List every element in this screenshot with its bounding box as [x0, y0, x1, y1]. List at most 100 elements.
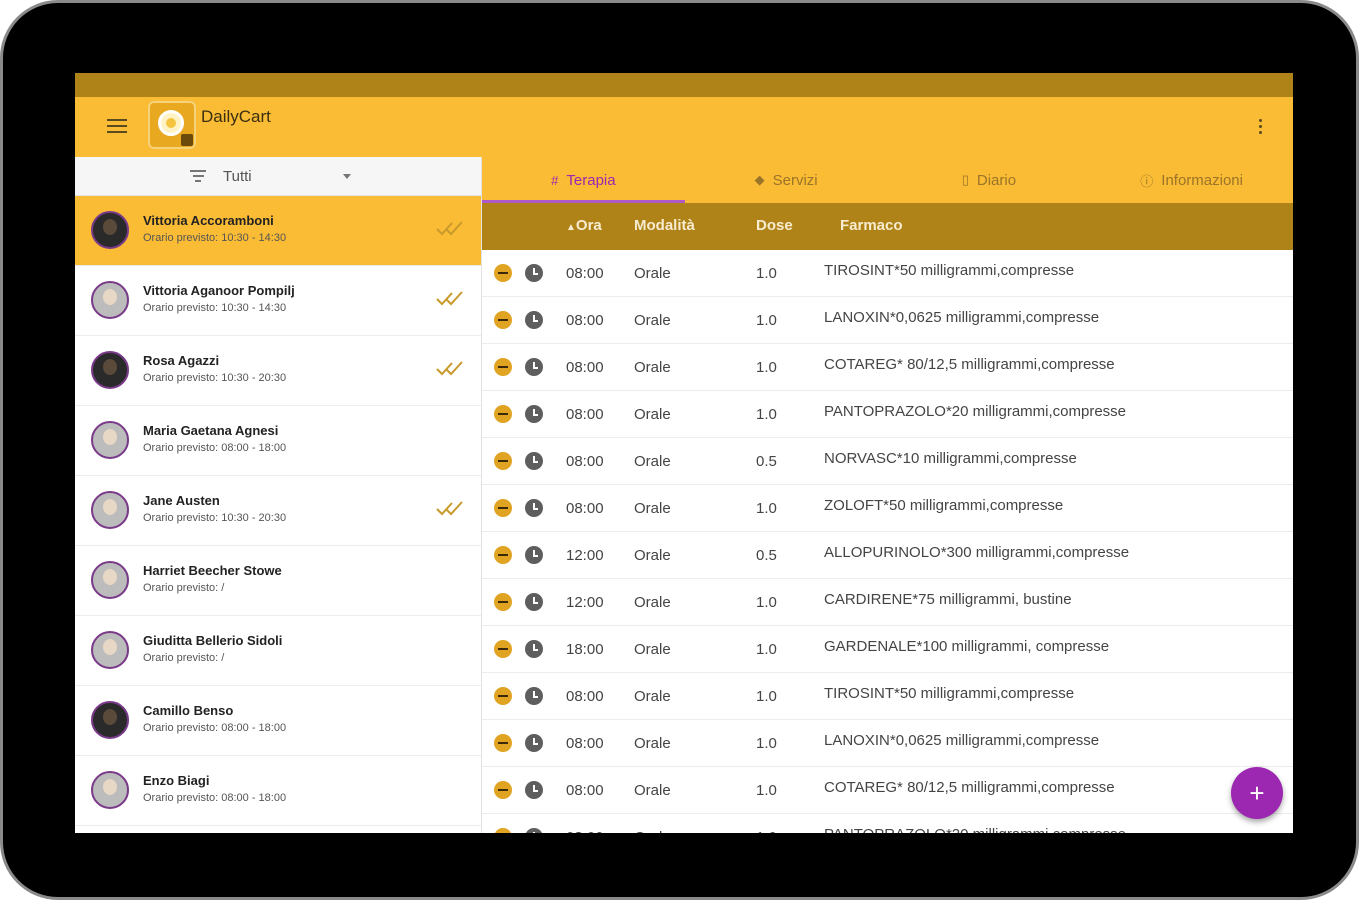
- clock-icon[interactable]: [525, 264, 543, 282]
- remove-icon[interactable]: [494, 405, 512, 423]
- clock-icon[interactable]: [525, 734, 543, 752]
- add-button[interactable]: +: [1231, 767, 1283, 819]
- menu-icon[interactable]: [107, 119, 127, 135]
- patient-list-item[interactable]: Maria Gaetana Agnesi Orario previsto: 08:…: [75, 406, 481, 476]
- cell-dose: 1.0: [756, 265, 777, 282]
- remove-icon[interactable]: [494, 499, 512, 517]
- clock-icon[interactable]: [525, 311, 543, 329]
- patient-name: Rosa Agazzi: [143, 353, 220, 368]
- tab-servizi[interactable]: ◆ Servizi: [685, 157, 888, 203]
- cell-dose: 1.0: [756, 406, 777, 423]
- table-row[interactable]: 08:00 Orale 1.0 ZOLOFT*50 milligrammi,compr…: [482, 485, 1293, 532]
- avatar: [91, 281, 129, 319]
- patient-name: Giuditta Bellerio Sidoli: [143, 633, 283, 648]
- patient-list-item[interactable]: Giuditta Bellerio Sidoli Orario previsto:…: [75, 616, 481, 686]
- remove-icon[interactable]: [494, 311, 512, 329]
- cell-mode: Orale: [634, 594, 671, 611]
- patient-name: Jane Austen: [143, 493, 220, 508]
- cell-drug: TIROSINT*50 milligrammi,compresse: [824, 685, 1075, 702]
- table-row[interactable]: 08:00 Orale 1.0 COTAREG* 80/12,5 milligramm…: [482, 767, 1293, 814]
- cell-drug: COTAREG* 80/12,5 milligrammi,compresse: [824, 356, 1115, 373]
- clock-icon[interactable]: [525, 499, 543, 517]
- cell-mode: Orale: [634, 312, 671, 329]
- clock-icon[interactable]: [525, 452, 543, 470]
- clock-icon[interactable]: [525, 405, 543, 423]
- remove-icon[interactable]: [494, 546, 512, 564]
- table-row[interactable]: 08:00 Orale 1.0 TIROSINT*50 milligrammi,com…: [482, 673, 1293, 720]
- avatar: [91, 351, 129, 389]
- clock-icon[interactable]: [525, 593, 543, 611]
- tab-diario[interactable]: ▯ Diario: [888, 157, 1091, 203]
- cell-time: 08:00: [566, 265, 604, 282]
- clock-icon[interactable]: [525, 687, 543, 705]
- tab-informazioni[interactable]: ⓘ Informazioni: [1090, 157, 1293, 203]
- patient-list-item[interactable]: Harriet Beecher Stowe Orario previsto: /: [75, 546, 481, 616]
- clock-icon[interactable]: [525, 358, 543, 376]
- tab-terapia[interactable]: # Terapia: [482, 157, 685, 203]
- clock-icon[interactable]: [525, 828, 543, 833]
- remove-icon[interactable]: [494, 358, 512, 376]
- patient-list-item[interactable]: Jane Austen Orario previsto: 10:30 - 20:3…: [75, 476, 481, 546]
- patient-list: Vittoria Accoramboni Orario previsto: 10:…: [75, 196, 481, 826]
- app-screen: DailyCart Tutti Vittoria Accoramboni Orar…: [75, 73, 1293, 833]
- cell-dose: 0.5: [756, 547, 777, 564]
- table-row[interactable]: 08:00 Orale 1.0 PANTOPRAZOLO*20 milligrammi…: [482, 814, 1293, 833]
- cell-mode: Orale: [634, 735, 671, 752]
- patient-list-item[interactable]: Vittoria Accoramboni Orario previsto: 10:…: [75, 196, 481, 266]
- sort-ascending-icon: ▲: [566, 222, 576, 233]
- cell-mode: Orale: [634, 500, 671, 517]
- double-check-icon: [436, 501, 463, 516]
- patient-list-item[interactable]: Enzo Biagi Orario previsto: 08:00 - 18:00: [75, 756, 481, 826]
- table-row[interactable]: 08:00 Orale 1.0 TIROSINT*50 milligrammi,com…: [482, 250, 1293, 297]
- header-mode[interactable]: Modalità: [634, 217, 695, 234]
- filter-dropdown[interactable]: Tutti: [75, 157, 481, 196]
- table-row[interactable]: 18:00 Orale 1.0 GARDENALE*100 milligrammi, …: [482, 626, 1293, 673]
- remove-icon[interactable]: [494, 640, 512, 658]
- remove-icon[interactable]: [494, 264, 512, 282]
- patient-schedule: Orario previsto: 08:00 - 18:00: [143, 442, 287, 454]
- table-row[interactable]: 12:00 Orale 0.5 ALLOPURINOLO*300 milligramm…: [482, 532, 1293, 579]
- header-time[interactable]: ▲Ora: [566, 217, 602, 234]
- remove-icon[interactable]: [494, 452, 512, 470]
- tab-label: Servizi: [772, 171, 818, 189]
- remove-icon[interactable]: [494, 781, 512, 799]
- table-row[interactable]: 08:00 Orale 1.0 LANOXIN*0,0625 milligrammi,…: [482, 720, 1293, 767]
- table-row[interactable]: 08:00 Orale 1.0 LANOXIN*0,0625 milligrammi,…: [482, 297, 1293, 344]
- avatar: [91, 211, 129, 249]
- app-logo: [148, 101, 196, 149]
- table-row[interactable]: 08:00 Orale 0.5 NORVASC*10 milligrammi,comp…: [482, 438, 1293, 485]
- avatar: [91, 491, 129, 529]
- cell-time: 08:00: [566, 312, 604, 329]
- cell-time: 12:00: [566, 594, 604, 611]
- patient-schedule: Orario previsto: /: [143, 652, 225, 664]
- header-dose[interactable]: Dose: [756, 217, 793, 234]
- filter-icon: [190, 170, 206, 182]
- avatar: [91, 631, 129, 669]
- patient-list-item[interactable]: Camillo Benso Orario previsto: 08:00 - 18…: [75, 686, 481, 756]
- table-row[interactable]: 08:00 Orale 1.0 PANTOPRAZOLO*20 milligrammi…: [482, 391, 1293, 438]
- patient-list-item[interactable]: Rosa Agazzi Orario previsto: 10:30 - 20:3…: [75, 336, 481, 406]
- patient-list-item[interactable]: Vittoria Aganoor Pompilj Orario previsto:…: [75, 266, 481, 336]
- clock-icon[interactable]: [525, 640, 543, 658]
- detail-panel: # Terapia ◆ Servizi ▯ Diario ⓘ Informazioni ▲Or…: [482, 157, 1293, 833]
- remove-icon[interactable]: [494, 593, 512, 611]
- remove-icon[interactable]: [494, 828, 512, 833]
- table-row[interactable]: 12:00 Orale 1.0 CARDIRENE*75 milligrammi, b…: [482, 579, 1293, 626]
- cell-time: 08:00: [566, 782, 604, 799]
- cell-mode: Orale: [634, 359, 671, 376]
- remove-icon[interactable]: [494, 734, 512, 752]
- cell-dose: 1.0: [756, 641, 777, 658]
- more-vert-icon[interactable]: [1257, 119, 1263, 137]
- patient-schedule: Orario previsto: /: [143, 582, 225, 594]
- cell-drug: ZOLOFT*50 milligrammi,compresse: [824, 497, 1064, 514]
- patient-schedule: Orario previsto: 10:30 - 14:30: [143, 232, 287, 244]
- avatar: [91, 701, 129, 739]
- cell-drug: TIROSINT*50 milligrammi,compresse: [824, 262, 1075, 279]
- table-row[interactable]: 08:00 Orale 1.0 COTAREG* 80/12,5 milligramm…: [482, 344, 1293, 391]
- clock-icon[interactable]: [525, 781, 543, 799]
- clock-icon[interactable]: [525, 546, 543, 564]
- cell-time: 08:00: [566, 359, 604, 376]
- cell-mode: Orale: [634, 453, 671, 470]
- header-drug[interactable]: Farmaco: [840, 217, 903, 234]
- remove-icon[interactable]: [494, 687, 512, 705]
